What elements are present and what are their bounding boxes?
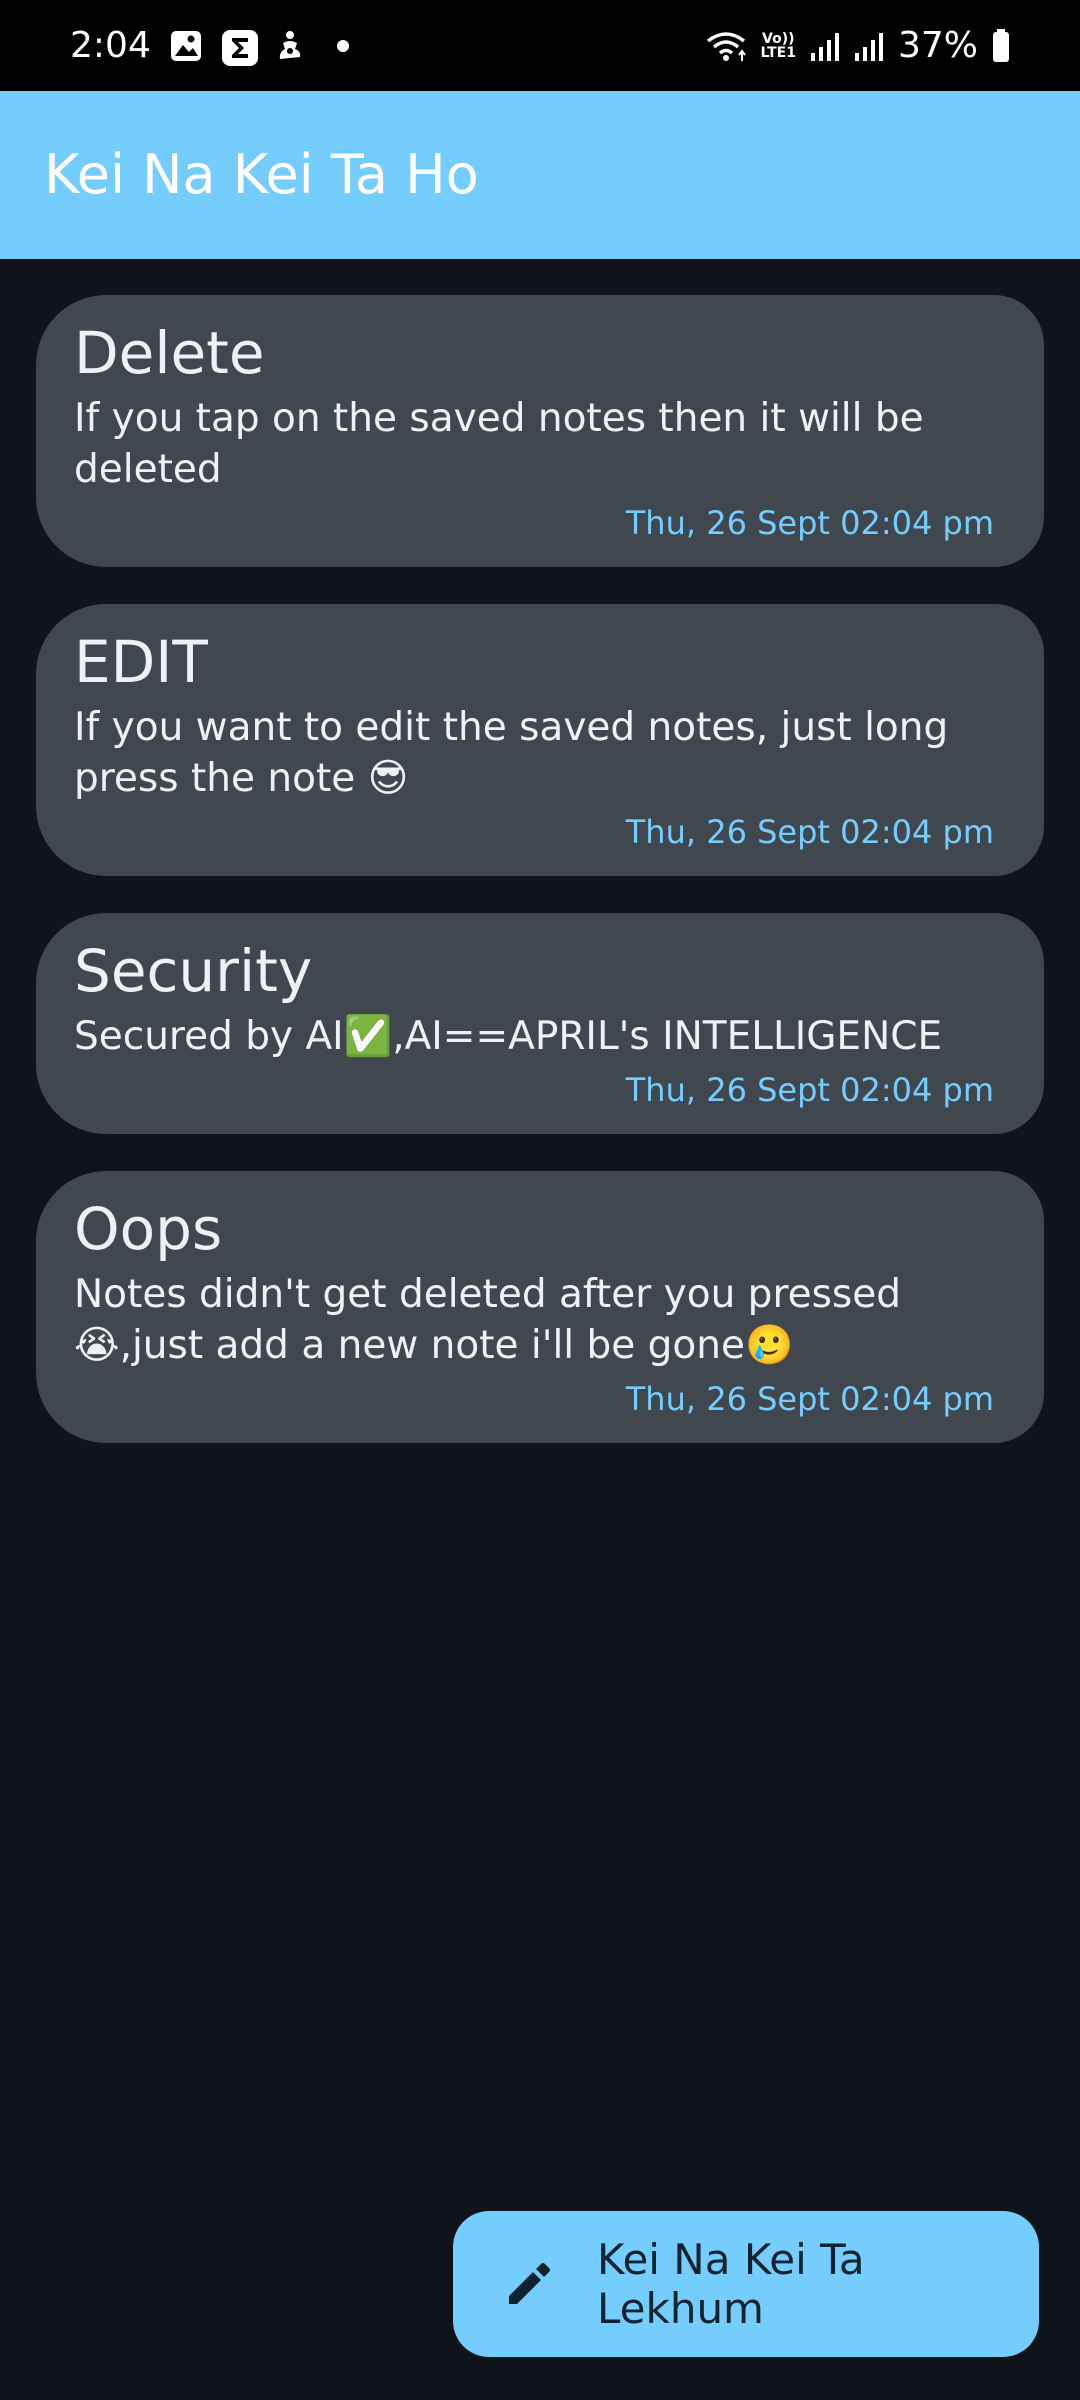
note-card[interactable]: Security Secured by AI✅,AI==APRIL's INTE… — [36, 913, 1044, 1134]
note-body: Notes didn't get deleted after you press… — [74, 1272, 901, 1368]
volte-top: Vo)) — [762, 30, 795, 47]
battery-icon — [992, 28, 1010, 63]
add-note-button[interactable]: Kei Na Kei Ta Lekhum — [453, 2211, 1039, 2357]
signal-icon — [810, 29, 840, 63]
signal-icon — [854, 29, 884, 63]
app-bar: Kei Na Kei Ta Ho — [0, 91, 1080, 259]
gallery-icon — [169, 29, 203, 63]
volte-bottom: LTE1 — [760, 44, 796, 61]
note-date: Thu, 26 Sept 02:04 pm — [625, 813, 994, 851]
battery-percent: 37% — [897, 25, 978, 66]
note-title: Delete — [74, 319, 265, 387]
notes-list: Delete If you tap on the saved notes the… — [36, 295, 1044, 1480]
add-note-label: Kei Na Kei Ta Lekhum — [597, 2235, 865, 2333]
note-body: If you tap on the saved notes then it wi… — [74, 396, 924, 492]
note-card[interactable]: EDIT If you want to edit the saved notes… — [36, 604, 1044, 876]
sigma-app-icon — [221, 29, 258, 66]
note-date: Thu, 26 Sept 02:04 pm — [625, 1380, 994, 1418]
status-left: 2:04 — [70, 0, 349, 91]
note-date: Thu, 26 Sept 02:04 pm — [625, 504, 994, 542]
status-bar: 2:04 Vo)) LTE1 37% — [0, 0, 1080, 91]
pencil-icon — [501, 2256, 557, 2312]
status-right: Vo)) LTE1 37% — [705, 0, 1010, 91]
wifi-icon — [705, 29, 747, 63]
note-title: Security — [74, 937, 313, 1005]
note-date: Thu, 26 Sept 02:04 pm — [625, 1071, 994, 1109]
figure-app-icon — [273, 29, 307, 63]
note-card[interactable]: Oops Notes didn't get deleted after you … — [36, 1171, 1044, 1443]
volte-icon: Vo)) LTE1 — [761, 32, 796, 60]
notification-dot — [336, 39, 349, 52]
note-card[interactable]: Delete If you tap on the saved notes the… — [36, 295, 1044, 567]
note-body: If you want to edit the saved notes, jus… — [74, 705, 949, 801]
app-title: Kei Na Kei Ta Ho — [44, 143, 479, 206]
note-title: Oops — [74, 1195, 223, 1263]
note-title: EDIT — [74, 628, 208, 696]
status-time: 2:04 — [70, 25, 151, 66]
note-body: Secured by AI✅,AI==APRIL's INTELLIGENCE — [74, 1014, 943, 1059]
